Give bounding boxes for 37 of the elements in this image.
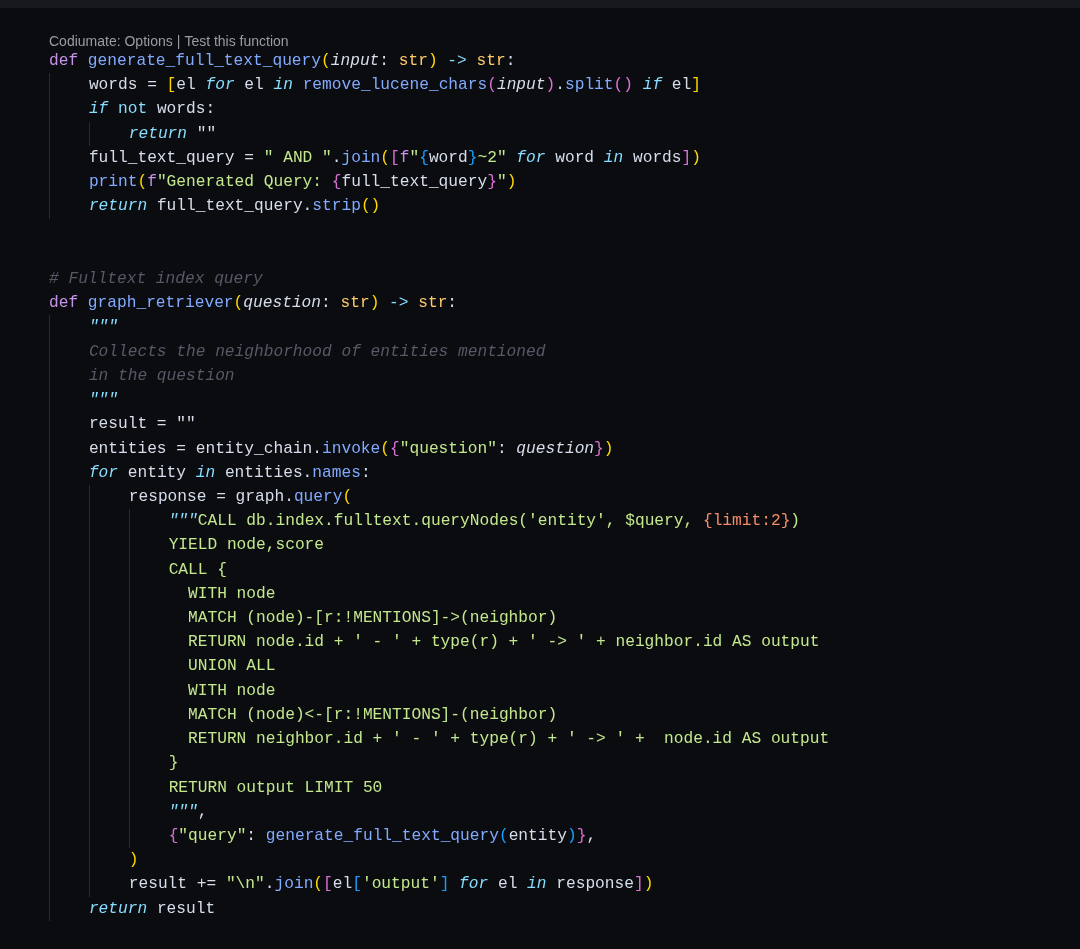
code-line: } xyxy=(168,754,179,773)
code-line: {"query": generate_full_text_query(entity)}, xyxy=(168,827,597,845)
code-line: def generate_full_text_query(input: str) -> str: xyxy=(49,52,516,70)
codelens-link[interactable]: Codiumate: Options xyxy=(49,32,173,50)
code-line: ) xyxy=(128,851,139,870)
code-line: full_text_query = " AND ".join([f"{word}~2" for word in words]) xyxy=(88,148,701,167)
code-line: MATCH (node)<-[r:!MENTIONS]-(neighbor) xyxy=(187,705,558,724)
code-line: if not words: xyxy=(88,100,216,119)
code-line: # Fulltext index query xyxy=(49,269,263,288)
code-line: RETURN neighbor.id + ' - ' + type(r) + ' -> ' + node.id AS output xyxy=(187,730,830,749)
code-line: def graph_retriever(question: str) -> str: xyxy=(49,294,458,313)
code-line: UNION ALL xyxy=(187,657,276,676)
code-line: return full_text_query.strip() xyxy=(88,197,381,216)
code-line: result = "" xyxy=(88,415,196,434)
code-line: Collects the neighborhood of entities mentioned xyxy=(88,342,546,361)
code-line: RETURN node.id + ' - ' + type(r) + ' -> ' + neighbor.id AS output xyxy=(187,633,820,652)
code-line: """ xyxy=(88,318,119,337)
code-line: result += "\n".join([el['output'] for el in response]) xyxy=(128,875,654,894)
code-line: for entity in entities.names: xyxy=(88,463,371,482)
code-line: WITH node xyxy=(187,681,276,700)
code-line: return "" xyxy=(128,124,217,143)
code-line: WITH node xyxy=(187,584,276,603)
code-line: print(f"Generated Query: {full_text_query}") xyxy=(88,173,517,192)
code-line: RETURN output LIMIT 50 xyxy=(168,778,383,797)
code-line: """CALL db.index.fulltext.queryNodes('entity', $query, {limit:2}) xyxy=(168,512,801,531)
codelens-link[interactable]: Test this function xyxy=(184,32,289,50)
code-line: words = [el for el in remove_lucene_chars(input).split() if el] xyxy=(88,76,701,95)
code-line: """ xyxy=(88,391,119,410)
code-line: return result xyxy=(88,899,216,918)
code-line: YIELD node,score xyxy=(168,536,325,555)
code-line: in the question xyxy=(88,366,235,385)
code-line: entities = entity_chain.invoke({"question": question}) xyxy=(88,439,614,458)
code-line: """, xyxy=(168,802,208,821)
code-line: CALL { xyxy=(168,560,227,579)
code-line: MATCH (node)-[r:!MENTIONS]->(neighbor) xyxy=(187,609,558,628)
code-line: response = graph.query( xyxy=(128,487,353,506)
codelens-separator: | xyxy=(176,32,181,50)
